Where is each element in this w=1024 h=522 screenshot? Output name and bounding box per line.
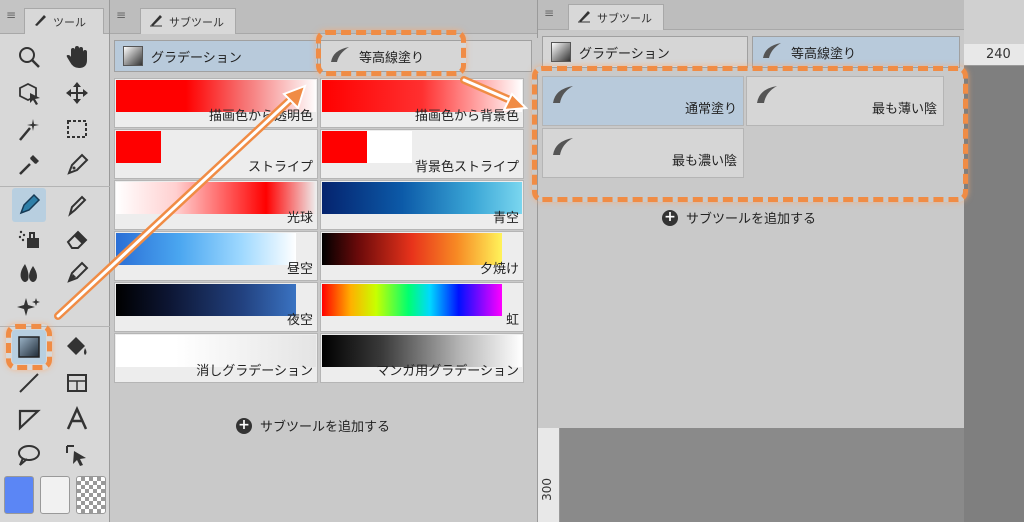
auto-select-icon[interactable] [12,112,46,146]
gradient-subtool-item[interactable]: マンガ用グラデーション [320,333,524,383]
gradient-subtool-label: 夜空 [286,313,313,328]
horizontal-ruler: 240 [964,44,1024,66]
gradient-subtool-item[interactable]: 昼空 [114,231,318,281]
gradient-subtool-item[interactable]: 青空 [320,180,524,230]
gradient-preview [322,284,502,316]
gradient-subtool-item[interactable]: 夕焼け [320,231,524,281]
line-tool-icon[interactable] [12,366,46,400]
gradient-subtool-label: ストライプ [247,160,313,175]
subtool-tab-icon [577,9,591,26]
gradient-preview [116,131,206,163]
gradient-subtool-item[interactable]: 消しグラデーション [114,333,318,383]
gradient-preview [322,131,412,163]
tool-panel-tabbar: ≡ ツール [0,0,109,34]
group-tab-gradient-label: グラデーション [151,50,242,66]
transparent-color-swatch[interactable] [76,476,106,514]
tab-subtool-label: サブツール [169,15,224,29]
add-subtool-2-label: サブツールを追加する [686,212,817,227]
tab-subtool[interactable]: サブツール [140,8,236,34]
plus-circle-icon: + [236,417,252,434]
highlight-contour-subtools [532,66,968,202]
gradient-group-icon [551,42,571,62]
gradient-preview [322,233,502,265]
add-subtool-button[interactable]: + サブツールを追加する [236,416,390,435]
gradient-subtool-label: 描画色から透明色 [208,109,313,124]
subtool-tabbar-2: ≡ サブツール [538,0,964,30]
gradient-subtool-label: 昼空 [286,262,313,277]
main-color-swatch[interactable] [4,476,34,514]
gradient-subtool-item[interactable]: ストライプ [114,129,318,179]
gradient-subtool-label: 夕焼け [479,262,519,277]
speech-line-icon[interactable] [12,402,46,436]
panel-menu-icon[interactable]: ≡ [116,8,126,22]
gradient-subtool-label: 背景色ストライプ [414,160,519,175]
tool-panel: ≡ ツール [0,0,110,522]
decoration-icon[interactable] [12,290,46,324]
zoom-tool-icon[interactable] [12,40,46,74]
highlight-contour-tab [316,30,466,76]
gradient-subtool-label: マンガ用グラデーション [376,364,519,379]
gradient-subtool-label: 消しグラデーション [196,364,313,379]
gradient-subtool-item[interactable]: 描画色から透明色 [114,78,318,128]
gradient-preview [116,284,296,316]
frame-border-icon[interactable] [60,366,94,400]
fill-bucket-icon[interactable] [60,330,94,364]
gradient-subtool-item[interactable]: 夜空 [114,282,318,332]
fill-pen-icon[interactable] [60,256,94,290]
plus-circle-icon: + [662,209,678,226]
subtool-tab-icon [149,13,163,30]
add-subtool-button-2[interactable]: + サブツールを追加する [662,208,816,227]
subtool-panel: ≡ サブツール グラデーション 等高線塗り 描画色から透明色 描画色から背景色 スト… [110,0,538,522]
group-tab-gradient-2[interactable]: グラデーション [542,36,748,68]
panel-menu-icon[interactable]: ≡ [544,6,554,20]
highlight-gradient-tool [6,324,52,370]
group-tab-contour-2[interactable]: 等高線塗り [752,36,960,68]
object-select-icon[interactable] [12,76,46,110]
pen-selected-icon[interactable] [12,188,46,222]
move-tool-icon[interactable] [60,76,94,110]
group-tab-gradient[interactable]: グラデーション [114,40,318,72]
gradient-subtool-label: 虹 [505,313,519,328]
gradient-subtool-item[interactable]: 虹 [320,282,524,332]
pen-tab-icon [33,13,47,30]
pen-tool-icon[interactable] [60,148,94,182]
gradient-subtool-label: 光球 [286,211,313,226]
hand-tool-icon[interactable] [60,40,94,74]
vertical-ruler: 300 [538,428,560,522]
airbrush-icon[interactable] [12,222,46,256]
group-tab-gradient-2-label: グラデーション [579,46,670,62]
group-tab-contour-2-label: 等高線塗り [791,46,857,62]
correct-line-icon[interactable] [60,438,94,472]
eraser-icon[interactable] [60,222,94,256]
sub-color-swatch[interactable] [40,476,70,514]
tab-tool-label: ツール [53,15,86,29]
gradient-group-icon [123,46,143,66]
gradient-preview [116,233,296,265]
subtool-tabbar: ≡ サブツール [110,0,537,34]
ruler-value-240: 240 [986,47,1011,62]
selection-tool-icon[interactable] [60,112,94,146]
ruler-value-300: 300 [540,478,554,501]
contour-fill-icon [761,40,783,64]
tab-subtool-2-label: サブツール [597,11,652,25]
text-tool-icon[interactable] [60,402,94,436]
gradient-subtool-item[interactable]: 描画色から背景色 [320,78,524,128]
canvas-area-lower [560,428,964,522]
gradient-subtool-item[interactable]: 背景色ストライプ [320,129,524,179]
add-subtool-label: サブツールを追加する [260,420,391,435]
gradient-subtool-item[interactable]: 光球 [114,180,318,230]
tab-subtool-2[interactable]: サブツール [568,4,664,30]
tab-tool[interactable]: ツール [24,8,104,34]
eyedropper-icon[interactable] [12,148,46,182]
balloon-tool-icon[interactable] [12,438,46,472]
gradient-subtool-label: 描画色から背景色 [414,109,519,124]
subtool-panel-contour: ≡ サブツール グラデーション 等高線塗り 通常塗り 最も薄い陰 最も濃い陰 +… [538,0,964,428]
canvas-area [964,0,1024,522]
blend-tool-icon[interactable] [12,256,46,290]
top-toolbar [964,0,1024,44]
gradient-subtool-label: 青空 [492,211,519,226]
tool-separator [0,186,110,187]
panel-menu-icon[interactable]: ≡ [6,8,16,22]
pencil-tool-icon[interactable] [60,188,94,222]
